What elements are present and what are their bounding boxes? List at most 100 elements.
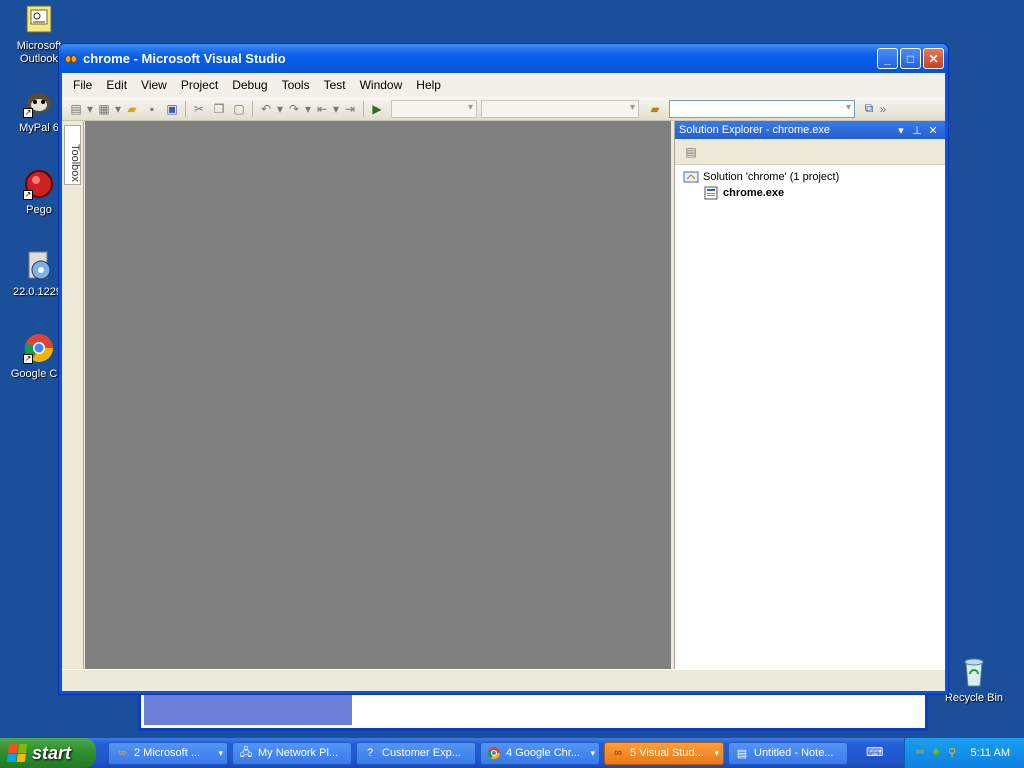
- menu-bar: File Edit View Project Debug Tools Test …: [62, 73, 945, 97]
- background-window[interactable]: [138, 693, 928, 731]
- properties-icon[interactable]: ▤: [681, 143, 701, 161]
- auto-hide-pin-icon[interactable]: ⊥: [909, 124, 925, 137]
- recycle-bin-icon: [958, 656, 990, 688]
- taskbar-button-customer-experience[interactable]: ? Customer Exp...: [356, 741, 476, 765]
- solution-explorer-title: Solution Explorer - chrome.exe: [679, 124, 831, 136]
- task-label: 2 Microsoft ...: [134, 747, 201, 759]
- solution-platforms-combo[interactable]: [481, 99, 639, 118]
- paste-icon[interactable]: ▢: [229, 100, 249, 118]
- maximize-icon: □: [906, 51, 915, 66]
- maximize-button[interactable]: □: [900, 48, 921, 69]
- navigate-back-dropdown-icon[interactable]: ▾: [332, 100, 340, 118]
- cut-icon[interactable]: ✂: [189, 100, 209, 118]
- start-label: start: [32, 742, 72, 763]
- work-area: Toolbox Solution Explorer - chrome.exe ▾…: [62, 121, 945, 669]
- menu-view[interactable]: View: [134, 78, 174, 92]
- solution-explorer-toolbar: ▤: [675, 139, 945, 165]
- task-label: Customer Exp...: [382, 747, 461, 759]
- add-item-icon[interactable]: ▦: [94, 100, 114, 118]
- close-icon: ✕: [928, 51, 939, 66]
- outlook-icon: [23, 4, 55, 36]
- menu-debug[interactable]: Debug: [225, 78, 274, 92]
- solution-explorer-header[interactable]: Solution Explorer - chrome.exe ▾ ⊥ ✕: [675, 121, 945, 139]
- tree-item-project[interactable]: chrome.exe: [683, 185, 937, 201]
- task-label: My Network Pl...: [258, 747, 339, 759]
- task-label: 5 Visual Stud...: [630, 747, 704, 759]
- editor-area[interactable]: [85, 121, 671, 669]
- open-file-icon[interactable]: ▰: [122, 100, 142, 118]
- close-button[interactable]: ✕: [923, 48, 944, 69]
- tray-app-icon[interactable]: ♣: [929, 746, 943, 760]
- save-icon[interactable]: ▪: [142, 100, 162, 118]
- menu-project[interactable]: Project: [174, 78, 225, 92]
- navigate-forward-icon[interactable]: ⇥: [340, 100, 360, 118]
- chrome-icon: [487, 746, 501, 760]
- save-all-icon[interactable]: ▣: [162, 100, 182, 118]
- installer-icon: [23, 250, 55, 282]
- clock[interactable]: 5:11 AM: [970, 747, 1010, 759]
- keyboard-icon[interactable]: ⌨: [866, 745, 883, 759]
- standard-toolbar: ▤ ▾ ▦ ▾ ▰ ▪ ▣ ✂ ❐ ▢ ↶ ▾ ↷ ▾ ⇤ ▾ ⇥ ▶ ▰ ⧉: [62, 97, 945, 121]
- pego-icon: ↗: [23, 168, 55, 200]
- shortcut-arrow-icon: ↗: [23, 354, 33, 364]
- shortcut-arrow-icon: ↗: [23, 190, 33, 200]
- window-title: chrome - Microsoft Visual Studio: [83, 51, 286, 66]
- solution-configurations-combo[interactable]: [391, 99, 477, 118]
- taskbar-button-network-places[interactable]: 🖧 My Network Pl...: [232, 741, 352, 765]
- menu-file[interactable]: File: [66, 78, 99, 92]
- new-project-dropdown-icon[interactable]: ▾: [86, 100, 94, 118]
- solution-explorer-panel: Solution Explorer - chrome.exe ▾ ⊥ ✕ ▤ S…: [674, 121, 945, 669]
- window-position-dropdown-icon[interactable]: ▾: [893, 124, 909, 137]
- toolbar-overflow-icon[interactable]: »: [879, 100, 887, 118]
- redo-icon[interactable]: ↷: [284, 100, 304, 118]
- chrome-icon: ↗: [23, 332, 55, 364]
- toolbar-separator: [252, 100, 253, 117]
- copy-icon[interactable]: ❐: [209, 100, 229, 118]
- help-icon: ?: [366, 747, 374, 759]
- menu-help[interactable]: Help: [409, 78, 448, 92]
- menu-window[interactable]: Window: [353, 78, 410, 92]
- task-label: 4 Google Chr...: [506, 747, 580, 759]
- taskbar-button-notepad[interactable]: ▤ Untitled - Note...: [728, 741, 848, 765]
- undo-dropdown-icon[interactable]: ▾: [276, 100, 284, 118]
- start-debugging-icon[interactable]: ▶: [367, 100, 387, 118]
- background-window-progress: [144, 695, 352, 725]
- navigate-back-icon[interactable]: ⇤: [312, 100, 332, 118]
- close-panel-icon[interactable]: ✕: [925, 124, 941, 137]
- visual-studio-window[interactable]: chrome - Microsoft Visual Studio _ □ ✕ F…: [58, 43, 949, 695]
- solution-icon: [683, 170, 699, 184]
- solution-label: Solution 'chrome' (1 project): [703, 171, 840, 183]
- toolbox-tab[interactable]: Toolbox: [62, 121, 84, 669]
- toolbar-separator: [363, 100, 364, 117]
- windows-flag-icon: [6, 744, 28, 762]
- add-item-dropdown-icon[interactable]: ▾: [114, 100, 122, 118]
- notepad-icon: ▤: [736, 747, 748, 760]
- toolbox-tab-box[interactable]: Toolbox: [64, 125, 81, 185]
- tree-item-solution[interactable]: Solution 'chrome' (1 project): [683, 169, 937, 185]
- minimize-icon: _: [884, 51, 891, 66]
- menu-tools[interactable]: Tools: [275, 78, 317, 92]
- taskbar: start ∞ 2 Microsoft ... ▾ 🖧 My Network P…: [0, 738, 1024, 768]
- minimize-button[interactable]: _: [877, 48, 898, 69]
- project-label: chrome.exe: [723, 187, 785, 199]
- visual-studio-tray-icon[interactable]: ∞: [913, 746, 927, 760]
- find-in-files-icon[interactable]: ▰: [645, 100, 665, 118]
- task-label: Untitled - Note...: [754, 747, 834, 759]
- search-tray-icon[interactable]: ⚲: [945, 746, 959, 760]
- system-tray: ∞ ♣ ⚲ 5:11 AM: [904, 738, 1024, 768]
- taskbar-button-microsoft[interactable]: ∞ 2 Microsoft ... ▾: [108, 741, 228, 765]
- menu-edit[interactable]: Edit: [99, 78, 134, 92]
- redo-dropdown-icon[interactable]: ▾: [304, 100, 312, 118]
- taskbar-button-google-chrome[interactable]: 4 Google Chr... ▾: [480, 741, 600, 765]
- start-button[interactable]: start: [0, 738, 96, 768]
- undo-icon[interactable]: ↶: [256, 100, 276, 118]
- solution-tree: Solution 'chrome' (1 project) chrome.exe: [675, 165, 945, 205]
- taskbar-button-visual-studio[interactable]: ∞ 5 Visual Stud... ▾: [604, 741, 724, 765]
- network-places-icon: 🖧: [239, 746, 253, 759]
- find-combo[interactable]: [669, 99, 855, 118]
- new-project-icon[interactable]: ▤: [66, 100, 86, 118]
- title-bar[interactable]: chrome - Microsoft Visual Studio _ □ ✕: [59, 44, 948, 73]
- menu-test[interactable]: Test: [317, 78, 353, 92]
- visual-studio-icon: [63, 52, 79, 66]
- solution-explorer-toggle-icon[interactable]: ⧉: [859, 100, 879, 118]
